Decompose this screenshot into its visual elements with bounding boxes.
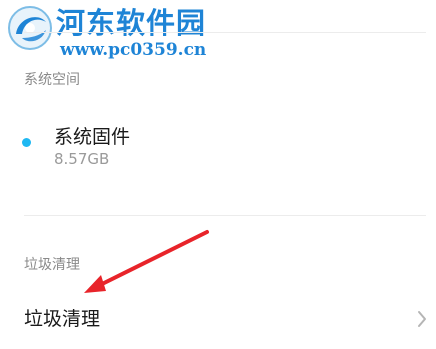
- divider: [24, 32, 426, 33]
- junk-clean-label: 垃圾清理: [24, 308, 101, 330]
- chevron-right-icon: [418, 311, 426, 327]
- divider: [24, 215, 426, 216]
- dot-indicator-icon: [22, 138, 31, 147]
- section-header-system-space: 系统空间: [24, 72, 80, 88]
- junk-clean-row[interactable]: 垃圾清理: [0, 290, 436, 349]
- watermark-title: 河东软件园: [56, 6, 207, 40]
- watermark-url: www.pc0359.cn: [60, 40, 207, 60]
- storage-item-title: 系统固件: [54, 126, 131, 148]
- section-header-junk-clean: 垃圾清理: [24, 257, 80, 273]
- swirl-logo-icon: [8, 6, 52, 50]
- storage-item-size: 8.57GB: [54, 150, 110, 168]
